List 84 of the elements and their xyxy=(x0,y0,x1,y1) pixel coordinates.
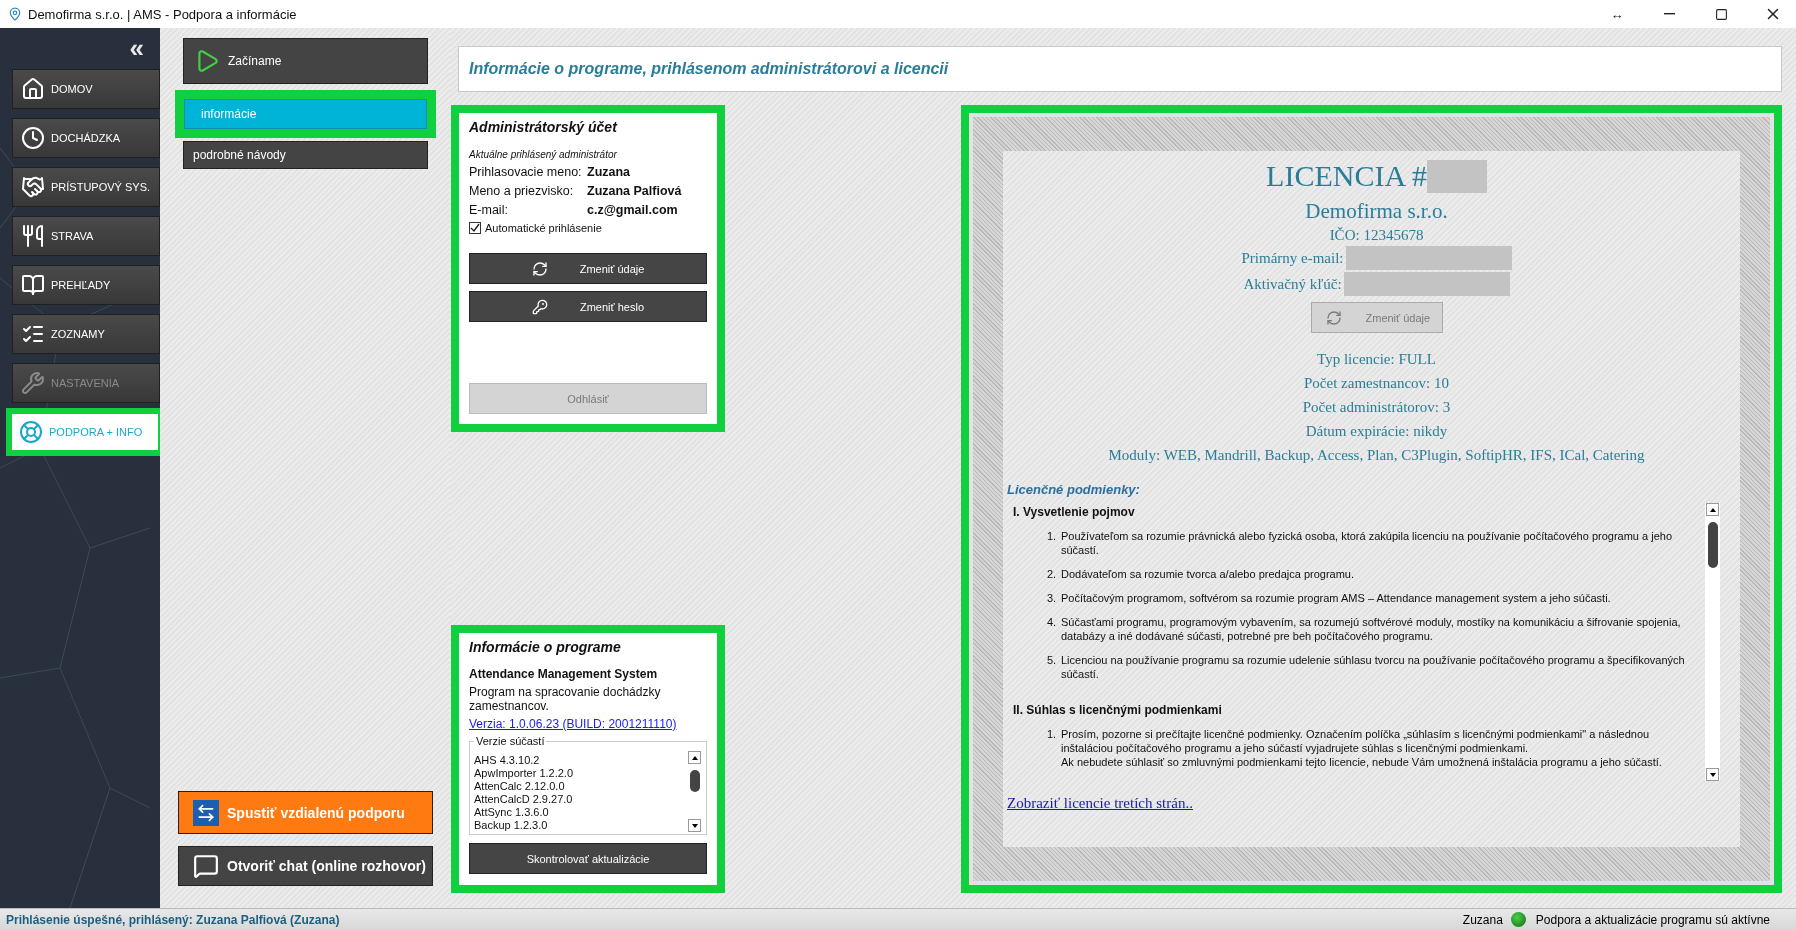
component-item: AttenCalc 2.12.0.0 xyxy=(474,780,566,793)
handshake-icon xyxy=(21,175,45,199)
license-field-label: Aktivačný kľúč: xyxy=(1243,275,1342,293)
resize-button[interactable]: ↔ xyxy=(1594,0,1640,28)
third-party-licenses-link[interactable]: Zobraziť licencie tretích strán.. xyxy=(1007,795,1193,812)
component-item: AttenCalcD 2.9.27.0 xyxy=(474,793,574,806)
list-number: 2. xyxy=(1047,567,1057,581)
field-label: Prihlasovacie meno: xyxy=(469,165,583,179)
refresh-icon xyxy=(531,260,548,277)
terms-heading: I. Vysvetlenie pojmov xyxy=(1013,505,1136,519)
house-icon xyxy=(21,77,45,101)
program-name: Attendance Management System xyxy=(469,667,659,681)
arrows-icon xyxy=(193,799,219,826)
sidebar-item[interactable]: DOMOV xyxy=(12,69,160,109)
clock-icon xyxy=(21,126,45,150)
subnav-item[interactable]: podrobné návody xyxy=(183,141,428,169)
terms-heading: II. Súhlas s licenčnými podmienkami xyxy=(1013,703,1223,717)
field-label: Meno a priezvisko: xyxy=(469,184,575,198)
start-button[interactable]: Začíname xyxy=(183,38,428,84)
license-detail: Dátum expirácie: nikdy xyxy=(1305,423,1448,440)
component-item: Backup 1.2.3.0 xyxy=(474,819,549,832)
card-title: Administrátorský účet xyxy=(469,119,619,135)
component-item: ApwImporter 1.2.2.0 xyxy=(474,767,575,780)
window-title: Demofirma s.r.o. | AMS - Podpora a informácie xyxy=(28,6,298,22)
version-link[interactable]: Verzia: 1.0.06.23 (BUILD: 2001211110) xyxy=(469,717,677,731)
terms-item: Súčasťami programu, programovým vybavením, sa rozumejú softvérové moduly, mostíky na komunikáciu a šifrovanie spojenia, databázy a iné dodávané súčasti, potrebné pre beh počítačového programu. xyxy=(1061,615,1682,643)
plate-cutlery-icon xyxy=(21,224,45,248)
status-dot xyxy=(1510,912,1526,927)
check-updates-button[interactable]: Skontrolovať aktualizácie xyxy=(469,843,707,874)
status-message: Prihlásenie úspešné, prihlásený: Zuzana Palfiová (Zuzana) xyxy=(5,912,341,927)
terms-item: Používateľom sa rozumie právnická alebo fyzická osoba, ktorá zakúpila licenciu na používanie počítačového programu a jeho súčastí. xyxy=(1061,529,1673,557)
action-button[interactable]: Zmeniť údaje xyxy=(469,253,707,284)
list-number: 3. xyxy=(1047,591,1057,605)
program-description: Program na spracovanie dochádzky zamestnancov. xyxy=(469,685,662,713)
speech-bubble-icon xyxy=(193,853,219,879)
maximize-icon xyxy=(1714,7,1728,21)
checkbox-label: Automatické prihlásenie xyxy=(485,222,602,234)
company-name: Demofirma s.r.o. xyxy=(1305,199,1448,224)
action-button[interactable]: Zmeniť heslo xyxy=(469,291,707,322)
card-title: Informácie o programe xyxy=(469,639,622,655)
components-legend: Verzie súčastí xyxy=(474,735,547,747)
license-field-label: Primárny e-mail: xyxy=(1241,249,1344,267)
list-number: 1. xyxy=(1047,529,1057,544)
keys-icon xyxy=(531,298,548,315)
list-number: 5. xyxy=(1047,653,1057,668)
sidebar-item[interactable]: PREHĽADY xyxy=(12,265,160,305)
license-detail: Typ licencie: FULL xyxy=(1317,351,1436,368)
field-label: E-mail: xyxy=(469,203,509,217)
terms-item: Počítačovým programom, softvérom sa rozumie program AMS – Attendance management system a jeho súčasti. xyxy=(1061,591,1612,605)
scrollbar[interactable] xyxy=(1705,503,1720,781)
company-id: IČO: 12345678 xyxy=(1329,227,1424,244)
terms-item: Licenciou na používanie programu sa rozumie udelenie súhlasu tvorcu na používanie počítačového programu a špecifikovaných súčastí. xyxy=(1061,653,1686,681)
license-detail: Počet zamestnancov: 10 xyxy=(1304,375,1449,392)
page-header: Informácie o programe, prihlásenom administrátorovi a licencii xyxy=(458,46,1782,92)
chat-button[interactable]: Otvoriť chat (online rozhovor) xyxy=(178,846,433,886)
checkbox[interactable] xyxy=(469,222,481,234)
app-pin-icon xyxy=(8,7,22,21)
scrollbar[interactable] xyxy=(687,751,702,832)
refresh-icon xyxy=(1325,309,1342,326)
collapse-button[interactable]: « xyxy=(129,36,144,62)
list-number: 1. xyxy=(1047,727,1057,742)
redacted-field xyxy=(1426,159,1487,193)
field-value: c.z@gmail.com xyxy=(587,203,678,217)
status-user: Zuzana xyxy=(1462,912,1503,927)
license-detail: Počet administrátorov: 3 xyxy=(1302,399,1451,416)
sidebar-item[interactable]: ZOZNAMY xyxy=(12,314,160,354)
license-detail: Moduly: WEB, Mandrill, Backup, Access, Plan, C3Plugin, SoftipHR, IFS, ICal, Catering xyxy=(1108,447,1645,464)
terms-item: Prosím, pozorne si prečítajte licenčné podmienky. Označením políčka „súhlasím s licenčnými podmienkami" a následnou inštaláciou počítačového programu a jeho súčastí vyjadrujete súhlas s licenčnými podmienkami. Ak nebudete súhlasiť so zmluvnými podmienkami tejto licencie, nebude Vám umožnená inštalácia programu a jeho súčastí. xyxy=(1061,727,1663,769)
list-number: 4. xyxy=(1047,615,1057,630)
license-title: LICENCIA # xyxy=(1266,159,1427,193)
field-value: Zuzana Palfiová xyxy=(587,184,682,198)
field-value: Zuzana xyxy=(587,165,631,179)
component-item: AttSync 1.3.6.0 xyxy=(474,806,550,819)
card-subtitle: Aktuálne prihlásený administrátor xyxy=(469,149,618,160)
tools-icon xyxy=(21,371,45,395)
lifebuoy-icon xyxy=(19,420,43,444)
component-item: AHS 4.3.10.2 xyxy=(474,754,541,767)
minimize-icon xyxy=(1663,13,1675,15)
terms-item: Dodávateľom sa rozumie tvorca a/alebo predajca programu. xyxy=(1061,567,1356,581)
sidebar-item[interactable]: STRAVA xyxy=(12,216,160,256)
terms-title: Licenčné podmienky: xyxy=(1007,482,1140,497)
sidebar-item[interactable]: PRÍSTUPOVÝ SYS. xyxy=(12,167,160,207)
sidebar-item[interactable]: DOCHÁDZKA xyxy=(12,118,160,158)
status-text: Podpora a aktualizácie programu sú aktívne xyxy=(1535,912,1770,927)
